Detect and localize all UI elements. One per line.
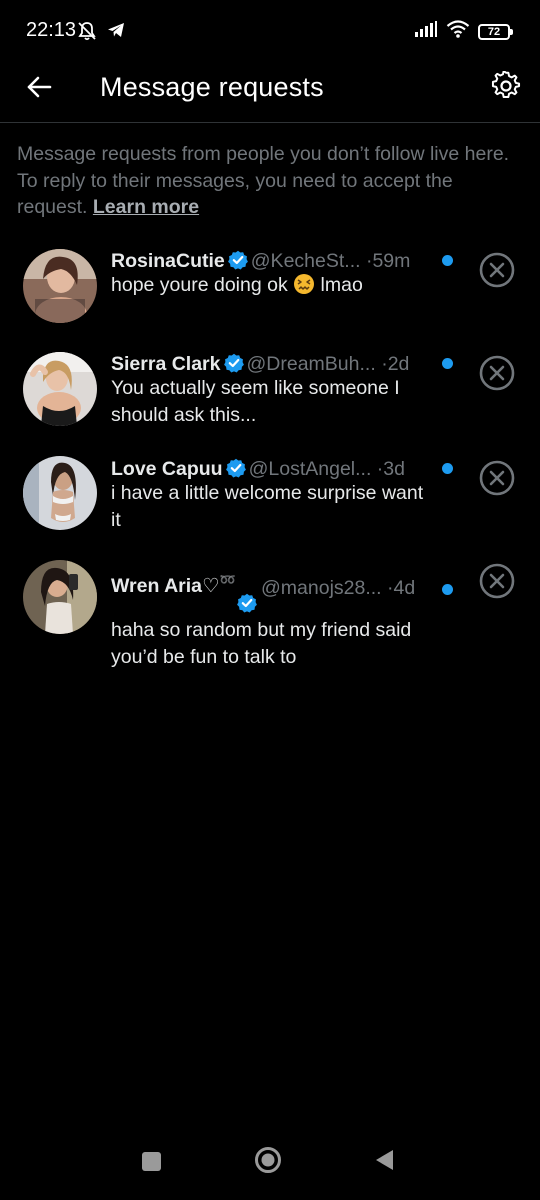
intro-body: Message requests from people you don’t f… <box>17 143 510 218</box>
unread-dot <box>442 358 453 369</box>
avatar[interactable] <box>23 352 97 426</box>
preview-text: hope youre doing ok <box>111 274 294 296</box>
wifi-icon <box>446 20 470 43</box>
intro-text: Message requests from people you don’t f… <box>17 141 527 221</box>
verified-badge-icon <box>237 593 257 613</box>
timestamp: 59m <box>372 250 411 272</box>
learn-more-link[interactable]: Learn more <box>93 196 199 218</box>
display-name: Sierra Clark <box>111 353 221 375</box>
timestamp: 4d <box>393 577 416 599</box>
message-request[interactable]: RosinaCutie @KecheSt... ·59m hope youre … <box>0 245 540 340</box>
dismiss-button[interactable] <box>479 355 515 391</box>
unread-dot <box>442 255 453 266</box>
request-header: Love Capuu @LostAngel... ·3d <box>111 456 460 482</box>
confounded-face-icon <box>294 274 315 294</box>
unread-dot <box>442 584 453 595</box>
handle: @manojs28... <box>261 577 382 599</box>
settings-button[interactable] <box>490 70 522 102</box>
back-triangle-icon[interactable] <box>373 1148 397 1172</box>
recent-apps-icon[interactable] <box>142 1152 161 1171</box>
message-preview: i have a little welcome surprise want it <box>111 482 424 531</box>
verified-badge-icon <box>225 458 246 478</box>
status-bar: 22:13 72 <box>0 0 540 60</box>
message-preview: haha so random but my friend said you’d … <box>111 619 412 668</box>
name-decoration: ➿ <box>219 572 236 587</box>
unread-dot <box>442 463 453 474</box>
close-circle-icon <box>479 355 515 391</box>
avatar[interactable] <box>23 456 97 530</box>
header: Message requests <box>0 60 540 123</box>
close-circle-icon <box>479 563 515 599</box>
timestamp: 2d <box>387 353 410 375</box>
message-request[interactable]: Sierra Clark @DreamBuh... ·2d You actual… <box>0 348 540 448</box>
close-circle-icon <box>479 252 515 288</box>
handle: @LostAngel... <box>248 458 372 480</box>
message-preview: You actually seem like someone I should … <box>111 377 400 426</box>
request-header: RosinaCutie @KecheSt... ·59m <box>111 248 460 274</box>
page-title: Message requests <box>100 72 324 102</box>
battery-icon: 72 <box>478 23 513 40</box>
back-button[interactable] <box>24 72 54 102</box>
message-request[interactable]: Wren Aria♡➿ @manojs28... ·4d haha so ran… <box>0 557 540 677</box>
close-circle-icon <box>479 460 515 496</box>
message-preview: hope youre doing ok lmao <box>111 272 431 299</box>
telegram-icon <box>106 20 126 47</box>
dismiss-button[interactable] <box>479 563 515 599</box>
gear-icon <box>491 71 521 99</box>
display-name: Love Capuu <box>111 458 223 480</box>
handle: @DreamBuh... <box>246 353 376 375</box>
request-meta: @manojs28... ·4d <box>261 575 415 601</box>
dismiss-button[interactable] <box>479 252 515 288</box>
avatar[interactable] <box>23 249 97 323</box>
timestamp: 3d <box>383 458 405 480</box>
preview-text-end: lmao <box>315 274 363 296</box>
verified-badge-icon <box>223 353 244 373</box>
display-name: Wren Aria♡ <box>111 575 220 597</box>
system-nav-bar <box>0 1130 540 1200</box>
arrow-left-icon <box>27 76 52 98</box>
handle: @KecheSt... <box>250 250 361 272</box>
message-request[interactable]: Love Capuu @LostAngel... ·3d i have a li… <box>0 453 540 553</box>
home-circle-icon[interactable] <box>254 1146 282 1174</box>
verified-badge-icon <box>227 250 248 270</box>
mute-icon <box>76 20 98 47</box>
status-time: 22:13 <box>26 19 77 41</box>
dismiss-button[interactable] <box>479 460 515 496</box>
signal-icon <box>414 21 438 42</box>
avatar[interactable] <box>23 560 97 634</box>
display-name: RosinaCutie <box>111 250 225 272</box>
request-header: Sierra Clark @DreamBuh... ·2d <box>111 351 460 377</box>
